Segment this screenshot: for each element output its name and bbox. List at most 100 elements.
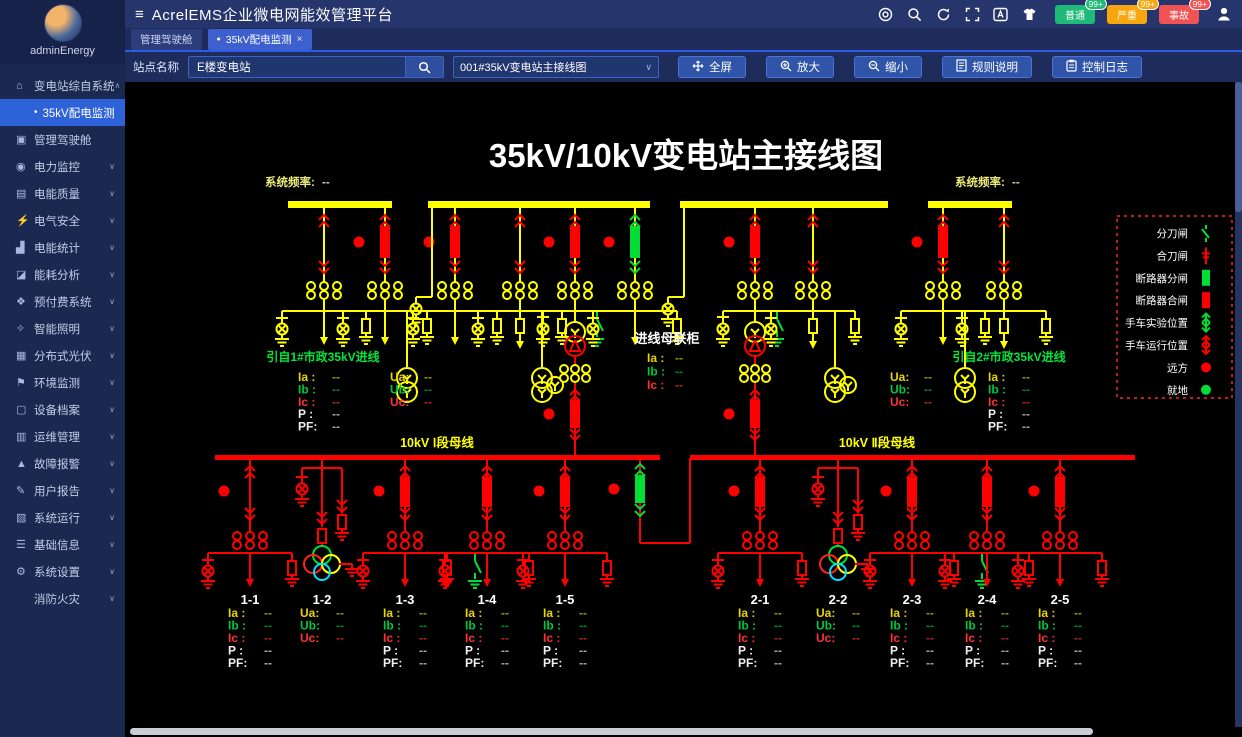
breaker-closed[interactable] xyxy=(400,477,410,507)
sidebar-item-electrical-safety[interactable]: ⚡电气安全∨ xyxy=(0,207,125,234)
breaker-closed[interactable] xyxy=(907,477,917,507)
sidebar-item-system-run[interactable]: ▧系统运行∨ xyxy=(0,504,125,531)
alarm-badge-普通[interactable]: 普通99+ xyxy=(1055,5,1095,24)
station-name-input[interactable] xyxy=(188,56,406,78)
sidebar-item-distributed-pv[interactable]: ▦分布式光伏∨ xyxy=(0,342,125,369)
header-icons: 普通99+ 严重99+ 事故99+ xyxy=(877,5,1242,24)
sidebar-item-35kv-monitor[interactable]: •35kV配电监测 xyxy=(0,99,125,126)
breaker-open[interactable] xyxy=(630,226,640,258)
app-root: adminEnergy ⌂变电站综自系统∧•35kV配电监测▣管理驾驶舱◉电力监… xyxy=(0,0,1242,737)
chevron-down-icon: ∨ xyxy=(109,351,115,360)
user-profile: adminEnergy xyxy=(0,0,125,64)
legend-label: 断路器合闸 xyxy=(1136,294,1189,307)
meas-value: -- xyxy=(332,420,340,434)
sidebar-item-power-quality[interactable]: ▤电能质量∨ xyxy=(0,180,125,207)
search-icon[interactable] xyxy=(906,6,922,22)
vertical-scrollbar[interactable] xyxy=(1235,82,1242,727)
toolbar-button-缩小[interactable]: 缩小 xyxy=(854,56,922,78)
toolbar-button-放大[interactable]: 放大 xyxy=(766,56,834,78)
remote-indicator xyxy=(1029,486,1040,497)
toolbar-button-规则说明[interactable]: 规则说明 xyxy=(942,56,1032,78)
at-circle-icon[interactable] xyxy=(877,6,893,22)
chevron-down-icon: ∨ xyxy=(109,540,115,549)
fullscreen-icon xyxy=(692,60,704,75)
sidebar-item-energy-analysis[interactable]: ◪能耗分析∨ xyxy=(0,261,125,288)
meas-value: -- xyxy=(424,395,432,409)
tab-close-icon[interactable]: × xyxy=(297,34,303,45)
remote-indicator xyxy=(724,409,735,420)
sidebar-item-system-settings[interactable]: ⚙系统设置∨ xyxy=(0,558,125,585)
breaker-closed[interactable] xyxy=(380,226,390,258)
meas-value: -- xyxy=(336,631,344,645)
avatar[interactable] xyxy=(44,4,82,42)
breaker-closed[interactable] xyxy=(570,400,580,428)
sidebar-item-dashboard[interactable]: ▣管理驾驶舱 xyxy=(0,126,125,153)
bus2-label: 10kV Ⅱ段母线 xyxy=(839,435,916,450)
sidebar-item-label: 消防火灾 xyxy=(34,591,80,607)
diagram-canvas[interactable]: 35kV/10kV变电站主接线图系统频率:--系统频率:--引自1#市政35kV… xyxy=(125,82,1242,737)
sidebar-item-power-monitor[interactable]: ◉电力监控∨ xyxy=(0,153,125,180)
environment-icon: ⚑ xyxy=(16,376,34,389)
frequency-label: 系统频率: xyxy=(955,175,1005,189)
sidebar-item-energy-stats[interactable]: ▟电能统计∨ xyxy=(0,234,125,261)
legend-label: 合刀闸 xyxy=(1157,249,1189,262)
breaker-closed[interactable] xyxy=(755,477,765,507)
sidebar: adminEnergy ⌂变电站综自系统∧•35kV配电监测▣管理驾驶舱◉电力监… xyxy=(0,0,125,737)
toolbar-button-label: 控制日志 xyxy=(1082,59,1128,75)
feeder-label: 1-5 xyxy=(556,592,575,607)
breaker-closed[interactable] xyxy=(450,226,460,258)
remote-indicator xyxy=(724,237,735,248)
sidebar-item-smart-lighting[interactable]: ✧智能照明∨ xyxy=(0,315,125,342)
home-icon: ⌂ xyxy=(16,80,34,92)
tab-35kV配电监测[interactable]: ●35kV配电监测× xyxy=(208,29,312,50)
translate-icon[interactable] xyxy=(993,6,1009,22)
menu-icon[interactable]: ≡ xyxy=(135,6,144,23)
breaker-closed[interactable] xyxy=(938,226,948,258)
horizontal-scrollbar[interactable] xyxy=(130,728,1093,735)
sidebar-item-device-archive[interactable]: ▢设备档案∨ xyxy=(0,396,125,423)
remote-indicator xyxy=(534,486,545,497)
breaker-closed[interactable] xyxy=(570,226,580,258)
tab-管理驾驶舱[interactable]: 管理驾驶舱 xyxy=(131,29,202,50)
toolbar-button-全屏[interactable]: 全屏 xyxy=(678,56,746,78)
search-button[interactable] xyxy=(406,56,444,78)
chevron-down-icon: ∨ xyxy=(109,270,115,279)
chevron-down-icon: ∨ xyxy=(109,405,115,414)
breaker-closed[interactable] xyxy=(560,477,570,507)
sidebar-item-label: 故障报警 xyxy=(34,456,80,472)
single-line-diagram: 35kV/10kV变电站主接线图系统频率:--系统频率:--引自1#市政35kV… xyxy=(132,85,1242,735)
system-run-icon: ▧ xyxy=(16,511,34,524)
alarm-badge-严重[interactable]: 严重99+ xyxy=(1107,5,1147,24)
sidebar-item-fire-safety[interactable]: 消防火灾∨ xyxy=(0,585,125,612)
sidebar-item-fault-alarm[interactable]: ▲故障报警∨ xyxy=(0,450,125,477)
chevron-down-icon: ∨ xyxy=(109,243,115,252)
fullscreen-icon[interactable] xyxy=(964,6,980,22)
diagram-select-value: 001#35kV变电站主接线图 xyxy=(460,59,587,75)
sidebar-item-substation-system[interactable]: ⌂变电站综自系统∧ xyxy=(0,72,125,99)
breaker-closed[interactable] xyxy=(982,477,992,507)
sidebar-item-environment[interactable]: ⚑环境监测∨ xyxy=(0,369,125,396)
chevron-down-icon: ∨ xyxy=(109,216,115,225)
breaker-open[interactable] xyxy=(635,475,645,503)
feeder-label: 2-1 xyxy=(751,592,770,607)
toolbar-button-label: 放大 xyxy=(797,59,820,75)
toolbar-button-控制日志[interactable]: 控制日志 xyxy=(1052,56,1142,78)
diagram-select[interactable]: 001#35kV变电站主接线图 ∨ xyxy=(453,56,659,78)
user-icon[interactable] xyxy=(1216,6,1232,22)
breaker-closed[interactable] xyxy=(1055,477,1065,507)
sidebar-item-label: 电能统计 xyxy=(34,240,80,256)
theme-icon[interactable] xyxy=(1022,6,1038,22)
meas-label: Ia : xyxy=(647,351,664,365)
sidebar-item-ops-management[interactable]: ▥运维管理∨ xyxy=(0,423,125,450)
breaker-closed[interactable] xyxy=(750,226,760,258)
alarm-badge-事故[interactable]: 事故99+ xyxy=(1159,5,1199,24)
meas-label: PF: xyxy=(543,656,562,670)
sidebar-item-prepaid[interactable]: ❖预付费系统∨ xyxy=(0,288,125,315)
breaker-closed[interactable] xyxy=(750,400,760,428)
breaker-closed[interactable] xyxy=(482,477,492,507)
sync-icon[interactable] xyxy=(935,6,951,22)
bus1-label: 10kV Ⅰ段母线 xyxy=(400,435,474,450)
chevron-down-icon: ∨ xyxy=(109,297,115,306)
sidebar-item-basic-info[interactable]: ☰基础信息∨ xyxy=(0,531,125,558)
sidebar-item-user-report[interactable]: ✎用户报告∨ xyxy=(0,477,125,504)
